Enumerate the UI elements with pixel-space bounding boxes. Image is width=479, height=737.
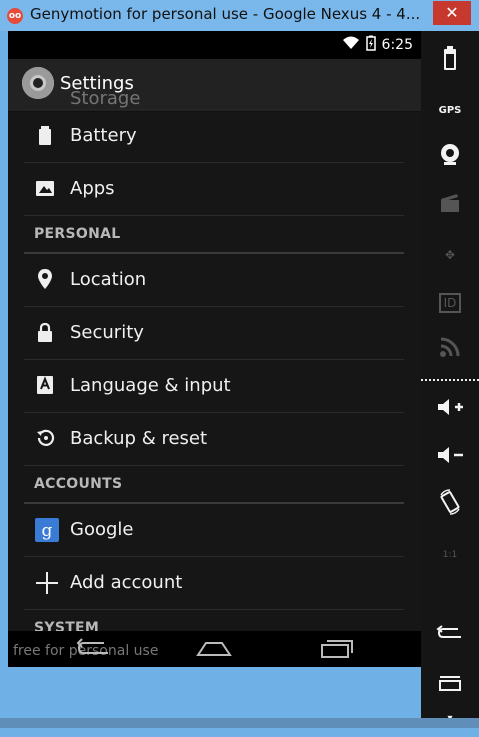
list-item-location[interactable]: Location: [24, 254, 404, 307]
gps-label: GPS: [438, 105, 462, 116]
list-item-label: Google: [70, 519, 134, 540]
scale-icon: 1:1: [432, 537, 468, 573]
rotate-icon[interactable]: [432, 489, 468, 525]
id-label: ID: [438, 293, 462, 313]
recents-button[interactable]: [314, 637, 358, 661]
list-item-security[interactable]: Security: [24, 307, 404, 360]
rss-icon: [432, 333, 468, 369]
window-title: Genymotion for personal use - Google Nex…: [30, 5, 421, 23]
list-item-google[interactable]: g Google: [24, 504, 404, 557]
clock: 6:25: [381, 37, 413, 53]
window-close-button[interactable]: ✕: [433, 1, 471, 25]
backup-icon: [35, 427, 55, 449]
window-titlebar: oo Genymotion for personal use - Google …: [0, 0, 479, 31]
genymotion-icon: oo: [7, 8, 23, 24]
list-item-label: Location: [70, 269, 147, 290]
scale-label: 1:1: [442, 550, 458, 560]
id-icon: ID: [432, 285, 468, 321]
section-header-accounts: ACCOUNTS: [24, 466, 404, 504]
list-item-label: Language & input: [70, 375, 231, 396]
list-item-language[interactable]: Language & input: [24, 360, 404, 413]
genymotion-sidebar: GPS ✥ ID 1:1 ▾: [421, 31, 479, 728]
list-item-label: Apps: [70, 178, 115, 199]
list-item-label: Security: [70, 322, 144, 343]
list-item-add-account[interactable]: Add account: [24, 557, 404, 610]
taskbar: [0, 718, 479, 728]
list-item-backup[interactable]: Backup & reset: [24, 413, 404, 466]
gps-icon[interactable]: GPS: [432, 93, 468, 129]
battery-icon[interactable]: [432, 45, 468, 81]
volume-down-icon[interactable]: [432, 441, 468, 477]
back-button[interactable]: [72, 637, 116, 661]
volume-up-icon[interactable]: [432, 393, 468, 429]
camera-icon[interactable]: [432, 141, 468, 177]
list-item-battery[interactable]: Battery: [24, 110, 404, 163]
battery-icon: [35, 124, 55, 146]
android-screen: 6:25 Settings Storage Battery Apps PERSO…: [8, 31, 421, 667]
apps-icon: [35, 177, 55, 199]
list-item-label: Backup & reset: [70, 428, 208, 449]
location-icon: [35, 268, 55, 290]
list-item-label: Add account: [70, 572, 183, 593]
list-item-apps[interactable]: Apps: [24, 163, 404, 216]
wifi-icon: [342, 36, 360, 54]
dpad-icon: ✥: [444, 248, 456, 262]
list-item-storage[interactable]: Storage: [24, 88, 404, 110]
plus-icon: [35, 571, 58, 594]
google-icon: g: [35, 518, 59, 542]
svg-text:g: g: [42, 521, 53, 541]
sidebar-divider: [421, 379, 479, 381]
nav-bar: free for personal use: [8, 631, 421, 667]
clapper-icon: [432, 189, 468, 225]
menu-icon[interactable]: [432, 667, 468, 703]
status-bar: 6:25: [8, 31, 421, 59]
settings-list: Storage Battery Apps PERSONAL Location S…: [24, 88, 404, 648]
keyboard-icon: [35, 374, 55, 396]
home-button[interactable]: [192, 637, 236, 661]
section-header-personal: PERSONAL: [24, 216, 404, 254]
battery-icon: [365, 35, 376, 55]
list-item-label: Battery: [70, 125, 137, 146]
lock-icon: [35, 321, 55, 343]
back-icon[interactable]: [432, 617, 468, 653]
list-item-label: Storage: [70, 88, 141, 109]
